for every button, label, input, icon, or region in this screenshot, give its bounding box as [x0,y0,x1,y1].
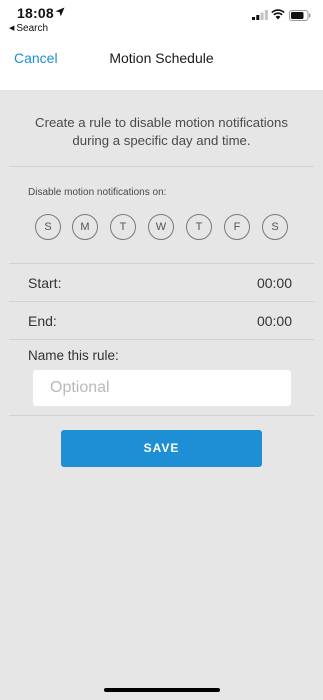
wifi-icon [271,9,285,20]
end-time-row[interactable]: End: 00:00 [0,302,323,339]
battery-icon [289,10,311,21]
divider [9,415,314,416]
nav-bar: Cancel Motion Schedule [0,40,323,90]
home-indicator[interactable] [104,688,220,692]
start-label: Start: [28,275,62,291]
intro-text: Create a rule to disable motion notifica… [35,115,288,148]
end-time-value: 00:00 [256,313,292,329]
status-bar: 18:08 ◀ Search [0,0,323,40]
location-arrow-icon [55,7,65,17]
back-triangle-icon: ◀ [9,25,15,32]
save-button[interactable]: SAVE [61,430,262,467]
status-time: 18:08 [17,5,54,21]
divider [9,166,314,167]
end-label: End: [28,313,57,329]
day-toggle-saturday[interactable]: S [262,214,288,240]
day-toggle-wednesday[interactable]: W [148,214,174,240]
day-toggle-monday[interactable]: M [72,214,98,240]
day-toggle-thursday[interactable]: T [186,214,212,240]
back-to-search-link[interactable]: ◀ Search [9,23,48,34]
start-time-row[interactable]: Start: 00:00 [0,264,323,301]
rule-name-label: Name this rule: [28,348,119,363]
back-search-label: Search [16,23,49,34]
days-label: Disable motion notifications on: [28,187,167,198]
divider [9,339,314,340]
day-toggle-sunday[interactable]: S [35,214,61,240]
start-time-value: 00:00 [256,275,292,291]
rule-name-input[interactable] [33,370,291,406]
day-toggle-friday[interactable]: F [224,214,250,240]
signal-icon [252,10,268,20]
day-toggle-tuesday[interactable]: T [110,214,136,240]
page-title: Motion Schedule [109,50,214,66]
